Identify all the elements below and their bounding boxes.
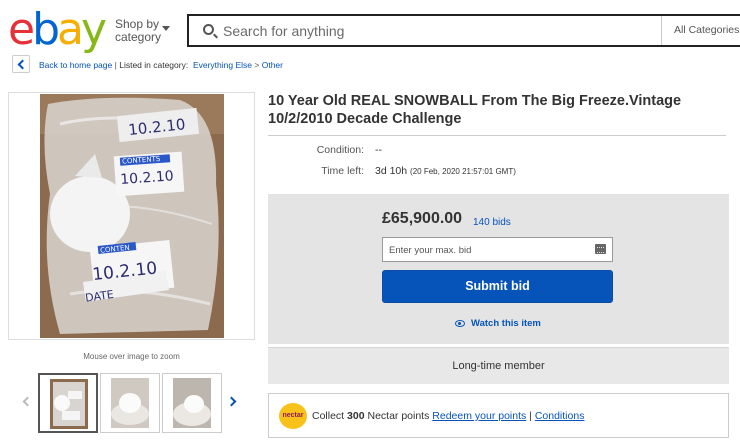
main-product-photo[interactable]: 10.2.10 CONTENTS 10.2.10 CONTEN 10.2.10 … — [40, 94, 224, 338]
nectar-points-suffix: Nectar points — [367, 410, 430, 422]
watch-item-label: Watch this item — [471, 318, 541, 329]
current-price: £65,900.00 — [382, 210, 463, 227]
shop-by-line2: category — [115, 30, 162, 44]
category-link-other[interactable]: Other — [262, 60, 283, 70]
eye-icon — [455, 320, 465, 327]
thumbnail-1-image — [50, 379, 88, 429]
nectar-panel: nectar Collect 300 Nectar points Redeem … — [268, 393, 729, 438]
bid-count-link[interactable]: 140 bids — [473, 217, 511, 228]
watch-item-link[interactable]: Watch this item — [455, 318, 541, 329]
conditions-link[interactable]: Conditions — [535, 410, 585, 422]
back-to-home-link[interactable]: Back to home page — [39, 60, 112, 70]
nectar-collect-label: Collect — [312, 410, 345, 422]
breadcrumb-separator: | — [114, 60, 117, 70]
search-input[interactable] — [223, 20, 643, 42]
submit-bid-button[interactable]: Submit bid — [382, 270, 613, 303]
back-arrow-icon[interactable] — [12, 55, 30, 73]
ebay-logo[interactable]: ebay — [8, 8, 107, 52]
breadcrumb: Back to home page | Listed in category: … — [39, 60, 283, 70]
thumbnail-3-image — [173, 378, 211, 428]
time-left-value: 3d 10h (20 Feb, 2020 21:57:01 GMT) — [375, 165, 516, 177]
max-bid-input[interactable] — [389, 243, 589, 257]
logo-letter-b: b — [32, 4, 60, 55]
seller-status: Long-time member — [268, 347, 729, 384]
title-divider — [268, 135, 726, 136]
time-left-duration: 3d 10h — [375, 165, 408, 177]
main-image-panel: 10.2.10 CONTENTS 10.2.10 CONTEN 10.2.10 … — [8, 92, 255, 340]
thumbnail-prev-icon[interactable] — [22, 396, 33, 407]
search-bar: All Categories — [187, 14, 740, 47]
logo-letter-a: a — [57, 4, 84, 55]
search-icon — [203, 24, 214, 35]
thumbnail-2-image — [111, 378, 149, 428]
time-left-end: (20 Feb, 2020 21:57:01 GMT) — [410, 167, 516, 176]
max-bid-field — [382, 237, 613, 262]
time-left-label: Time left: — [321, 165, 364, 177]
zoom-note: Mouse over image to zoom — [83, 352, 180, 361]
logo-letter-e: e — [8, 4, 35, 55]
chevron-down-icon — [162, 26, 170, 31]
keyboard-icon[interactable] — [595, 244, 606, 254]
listed-in-category-label: Listed in category: — [119, 60, 189, 70]
nectar-points-value: 300 — [347, 410, 365, 422]
thumbnail-2[interactable] — [100, 373, 160, 433]
nectar-separator: | — [529, 410, 532, 422]
condition-label: Condition: — [316, 144, 364, 156]
category-link-everything-else[interactable]: Everything Else — [193, 60, 252, 70]
redeem-points-link[interactable]: Redeem your points — [432, 410, 526, 422]
condition-value: -- — [375, 144, 382, 156]
snowball-photo-illustration: 10.2.10 CONTENTS 10.2.10 CONTEN 10.2.10 … — [40, 94, 224, 338]
thumbnail-next-icon[interactable] — [226, 396, 237, 407]
nectar-points-text: Collect 300 Nectar points Redeem your po… — [312, 410, 584, 422]
breadcrumb-arrow: > — [254, 60, 260, 70]
category-select[interactable]: All Categories — [661, 16, 740, 45]
item-title: 10 Year Old REAL SNOWBALL From The Big F… — [268, 93, 682, 127]
nectar-logo-icon: nectar — [279, 403, 307, 429]
thumbnail-1[interactable] — [38, 373, 98, 433]
shop-by-category-button[interactable]: Shop by category — [115, 18, 170, 44]
thumbnail-3[interactable] — [162, 373, 222, 433]
logo-letter-y: y — [80, 4, 107, 55]
